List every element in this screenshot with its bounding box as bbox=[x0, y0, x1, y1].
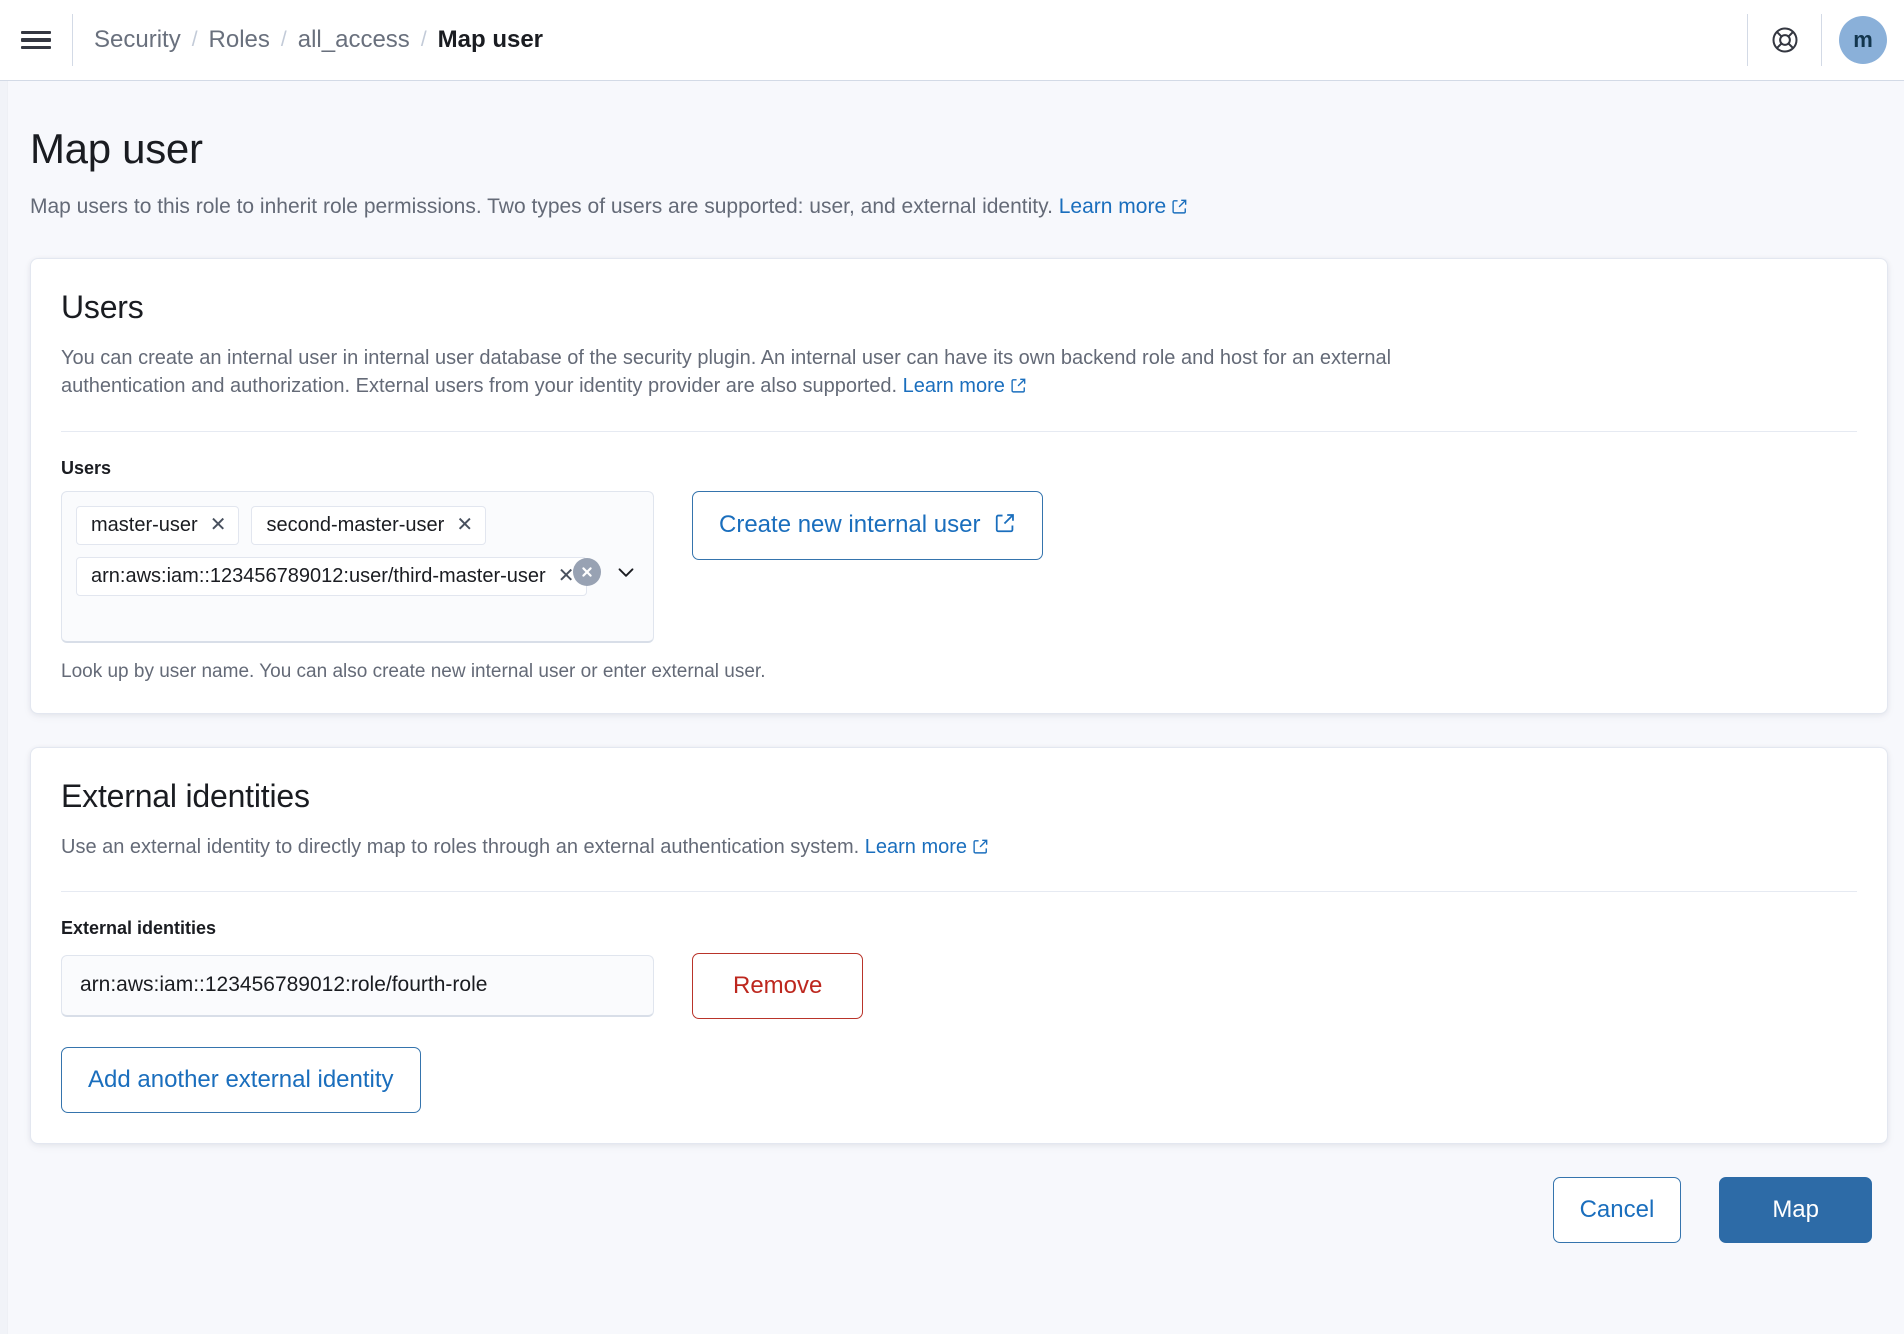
create-new-internal-user-label: Create new internal user bbox=[719, 511, 981, 539]
remove-user-pill-icon[interactable]: ✕ bbox=[210, 515, 227, 535]
remove-external-identity-button[interactable]: Remove bbox=[692, 952, 864, 1019]
map-button-label: Map bbox=[1772, 1195, 1819, 1223]
user-pill: master-user ✕ bbox=[76, 505, 240, 545]
remove-user-pill-icon[interactable]: ✕ bbox=[558, 566, 575, 586]
create-new-internal-user-button[interactable]: Create new internal user bbox=[692, 490, 1044, 560]
external-identity-row: Remove bbox=[61, 952, 1857, 1019]
map-button[interactable]: Map bbox=[1719, 1176, 1872, 1243]
page-title: Map user bbox=[30, 125, 203, 172]
top-navigation-bar: Security / Roles / all_access / Map user… bbox=[0, 0, 1904, 81]
breadcrumb-item-security[interactable]: Security bbox=[94, 26, 181, 54]
users-learn-more-link[interactable]: Learn more bbox=[903, 375, 1027, 397]
avatar[interactable]: m bbox=[1839, 16, 1887, 64]
breadcrumb-item-roles[interactable]: Roles bbox=[209, 26, 270, 54]
remove-user-pill-icon[interactable]: ✕ bbox=[456, 515, 473, 535]
breadcrumb-item-all-access[interactable]: all_access bbox=[298, 26, 410, 54]
external-link-icon bbox=[972, 835, 989, 863]
topbar-left-group: Security / Roles / all_access / Map user bbox=[0, 0, 1747, 80]
page-content: Map user Map users to this role to inher… bbox=[0, 81, 1904, 1243]
external-identity-input[interactable] bbox=[61, 954, 654, 1017]
external-link-icon bbox=[1171, 194, 1188, 224]
page-body: Map user Map users to this role to inher… bbox=[0, 81, 1904, 1334]
users-card-description-text: You can create an internal user in inter… bbox=[61, 346, 1392, 398]
user-pill-label: second-master-user bbox=[266, 513, 445, 536]
lifebuoy-help-icon[interactable] bbox=[1748, 0, 1821, 80]
topbar-right-group: m bbox=[1747, 0, 1904, 80]
users-card-description: You can create an internal user in inter… bbox=[61, 344, 1421, 403]
breadcrumb: Security / Roles / all_access / Map user bbox=[73, 26, 543, 54]
breadcrumb-separator: / bbox=[280, 28, 287, 51]
page-description-text: Map users to this role to inherit role p… bbox=[30, 195, 1053, 219]
users-combo-row: master-user ✕ second-master-user ✕ arn:a… bbox=[61, 490, 1857, 643]
clear-all-circle-icon[interactable] bbox=[573, 557, 601, 586]
user-pill-label: arn:aws:iam::123456789012:user/third-mas… bbox=[91, 564, 546, 587]
avatar-container: m bbox=[1822, 0, 1904, 80]
users-combobox[interactable]: master-user ✕ second-master-user ✕ arn:a… bbox=[61, 490, 654, 643]
hamburger-bar bbox=[21, 30, 51, 35]
users-help-text: Look up by user name. You can also creat… bbox=[61, 660, 766, 682]
page-description: Map users to this role to inherit role p… bbox=[30, 192, 1888, 224]
page-learn-more-label: Learn more bbox=[1058, 195, 1167, 219]
page-learn-more-link[interactable]: Learn more bbox=[1059, 195, 1188, 218]
user-pill: arn:aws:iam::123456789012:user/third-mas… bbox=[76, 556, 588, 596]
external-identities-description-text: Use an external identity to directly map… bbox=[61, 835, 860, 858]
breadcrumb-item-map-user: Map user bbox=[437, 26, 544, 53]
add-another-external-identity-button[interactable]: Add another external identity bbox=[61, 1046, 421, 1113]
hamburger-bar bbox=[21, 45, 51, 50]
users-learn-more-label: Learn more bbox=[902, 375, 1005, 398]
user-pill: second-master-user ✕ bbox=[251, 505, 487, 545]
left-rail bbox=[0, 81, 8, 1334]
external-identities-field-label: External identities bbox=[61, 917, 217, 938]
breadcrumb-separator: / bbox=[420, 28, 427, 51]
chevron-down-icon[interactable] bbox=[613, 559, 639, 585]
breadcrumb-separator: / bbox=[191, 28, 198, 51]
external-identities-card-title: External identities bbox=[61, 777, 310, 814]
users-field-label: Users bbox=[61, 457, 112, 478]
add-identity-wrap: Add another external identity bbox=[61, 1046, 1857, 1113]
users-card-divider bbox=[61, 430, 1857, 432]
remove-external-identity-label: Remove bbox=[733, 971, 823, 999]
external-identities-card: External identities Use an external iden… bbox=[30, 746, 1888, 1144]
external-identities-learn-more-link[interactable]: Learn more bbox=[865, 836, 989, 858]
form-footer: Cancel Map bbox=[30, 1144, 1888, 1243]
users-card-title: Users bbox=[61, 288, 144, 325]
cancel-button[interactable]: Cancel bbox=[1552, 1176, 1682, 1243]
external-identities-card-description: Use an external identity to directly map… bbox=[61, 833, 1421, 863]
combobox-actions bbox=[573, 557, 639, 586]
external-link-icon bbox=[994, 512, 1016, 539]
external-link-icon bbox=[1010, 374, 1027, 402]
hamburger-menu-icon[interactable] bbox=[0, 0, 72, 80]
user-pill-label: master-user bbox=[91, 513, 198, 536]
users-card: Users You can create an internal user in… bbox=[30, 257, 1888, 714]
add-another-external-identity-label: Add another external identity bbox=[88, 1065, 394, 1093]
hamburger-bar bbox=[21, 38, 51, 42]
cancel-button-label: Cancel bbox=[1579, 1195, 1655, 1223]
external-identities-card-divider bbox=[61, 890, 1857, 892]
external-identities-learn-more-label: Learn more bbox=[864, 835, 968, 858]
